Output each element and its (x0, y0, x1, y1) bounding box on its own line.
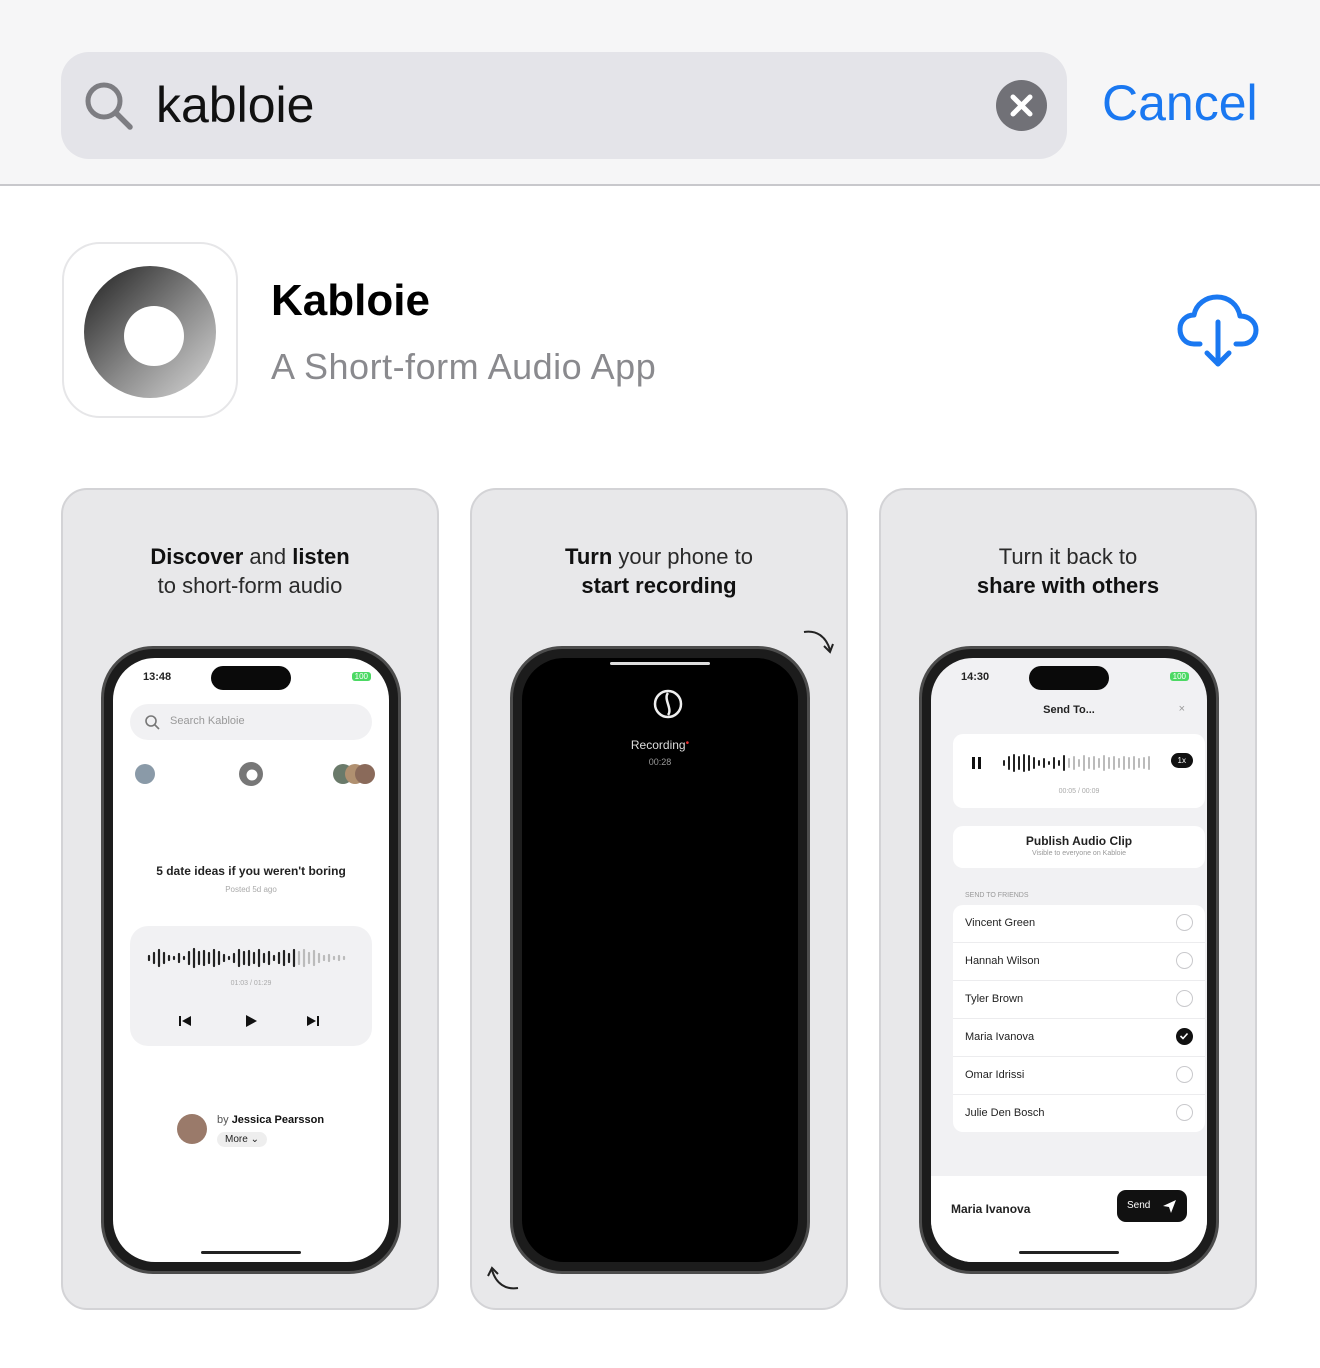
audio-preview[interactable]: 1x 00:05 / 00:09 (953, 734, 1205, 808)
post-title: 5 date ideas if you weren't boring (156, 864, 346, 878)
send-icon (1163, 1200, 1176, 1213)
skip-back-icon[interactable] (178, 1014, 192, 1028)
screenshot-card-2[interactable]: Turn your phone to start recording Record… (470, 488, 848, 1310)
avatar-group[interactable] (333, 764, 375, 784)
phone-mockup: 13:48 100 Search Kabloie 5 date ideas if… (101, 646, 401, 1274)
waveform (147, 947, 346, 969)
close-icon (1010, 94, 1033, 117)
speed-button[interactable]: 1x (1170, 753, 1193, 768)
friend-row[interactable]: Tyler Brown (953, 981, 1205, 1019)
rotate-arrow-icon (803, 630, 834, 654)
search-icon (145, 715, 160, 730)
friend-row[interactable]: Vincent Green (953, 905, 1205, 943)
screenshot-card-3[interactable]: Turn it back to share with others 14:30 1… (879, 488, 1257, 1310)
waveform (1003, 754, 1150, 772)
app-subtitle: A Short-form Audio App (271, 346, 657, 387)
pause-icon[interactable] (971, 756, 983, 770)
app-logo-icon (653, 689, 683, 719)
send-button[interactable]: Send (1117, 1190, 1187, 1222)
battery: 100 (351, 672, 371, 681)
author-avatar[interactable] (177, 1114, 207, 1144)
radio-button[interactable] (1176, 1104, 1193, 1121)
play-icon[interactable] (244, 1014, 258, 1028)
friend-row[interactable]: Omar Idrissi (953, 1057, 1205, 1095)
more-button[interactable]: More ⌄ (217, 1132, 267, 1147)
publish-subtitle: Visible to everyone on Kabloie (1031, 850, 1127, 857)
avatar[interactable] (135, 764, 155, 784)
search-bar[interactable]: Search Kabloie (130, 704, 372, 740)
post-date: Posted 5d ago (225, 885, 277, 894)
recording-timer: 00:28 (648, 757, 672, 767)
search-input[interactable]: kabloie (156, 76, 314, 134)
search-placeholder: Search Kabloie (170, 715, 245, 727)
playback-time: 00:05 / 00:09 (1058, 788, 1100, 795)
radio-button[interactable] (1176, 1066, 1193, 1083)
phone-mockup: Recording• 00:28 (510, 646, 810, 1274)
radio-button[interactable] (1176, 990, 1193, 1007)
skip-forward-icon[interactable] (306, 1014, 320, 1028)
author-line: by Jessica Pearsson (217, 1114, 325, 1126)
app-logo-icon (239, 762, 263, 786)
audio-player[interactable]: 01:03 / 01:29 (130, 926, 372, 1046)
app-name[interactable]: Kabloie (271, 276, 430, 326)
sheet-title: Send To... (1043, 704, 1095, 716)
cancel-button[interactable]: Cancel (1102, 74, 1258, 132)
clear-search-button[interactable] (996, 80, 1047, 131)
status-time: 13:48 (143, 671, 172, 683)
checkmark-icon (1179, 1032, 1189, 1040)
rotate-arrow-icon (487, 1266, 519, 1290)
app-logo-icon (84, 266, 216, 398)
publish-title: Publish Audio Clip (1025, 834, 1133, 848)
caption: Turn it back to share with others (976, 544, 1160, 598)
recording-label: Recording• (630, 738, 690, 752)
phone-mockup: 14:30 100 Send To... × 1x 00:05 / 00:09 … (919, 646, 1219, 1274)
battery: 100 (1169, 672, 1189, 681)
send-footer: Maria Ivanova Send (931, 1176, 1207, 1262)
friend-row[interactable]: Julie Den Bosch (953, 1095, 1205, 1132)
friend-row[interactable]: Maria Ivanova (953, 1019, 1205, 1057)
radio-button[interactable] (1176, 914, 1193, 931)
cloud-download-icon[interactable] (1176, 292, 1260, 370)
app-icon[interactable] (62, 242, 238, 418)
playback-time: 01:03 / 01:29 (230, 980, 272, 987)
selected-recipient: Maria Ivanova (951, 1202, 1031, 1216)
screenshot-card-1[interactable]: Discover and listen to short-form audio 1… (61, 488, 439, 1310)
close-icon[interactable]: × (1179, 703, 1185, 715)
search-header: kabloie Cancel (0, 0, 1320, 186)
radio-button[interactable] (1176, 952, 1193, 969)
search-icon (85, 82, 133, 130)
caption: Discover and listen to short-form audio (150, 544, 350, 598)
publish-audio-button[interactable]: Publish Audio Clip Visible to everyone o… (953, 826, 1205, 868)
caption: Turn your phone to start recording (565, 544, 753, 598)
friend-row[interactable]: Hannah Wilson (953, 943, 1205, 981)
search-field[interactable]: kabloie (61, 52, 1067, 159)
radio-button-checked[interactable] (1176, 1028, 1193, 1045)
section-header: SEND TO FRIENDS (965, 892, 1029, 899)
status-time: 14:30 (961, 671, 990, 683)
